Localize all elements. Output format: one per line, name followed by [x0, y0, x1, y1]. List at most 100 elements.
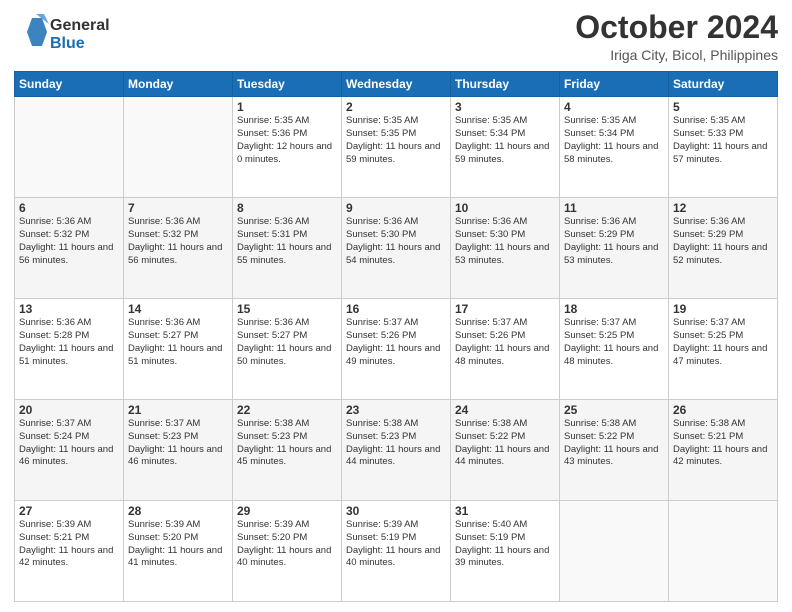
sunrise-text: Sunrise: 5:35 AM: [673, 115, 745, 126]
sunset-text: Sunset: 5:22 PM: [455, 431, 525, 442]
sunrise-text: Sunrise: 5:37 AM: [19, 418, 91, 429]
day-number: 4: [564, 100, 664, 114]
sunset-text: Sunset: 5:34 PM: [455, 128, 525, 139]
table-row: 3Sunrise: 5:35 AMSunset: 5:34 PMDaylight…: [451, 97, 560, 198]
table-row: 23Sunrise: 5:38 AMSunset: 5:23 PMDayligh…: [342, 400, 451, 501]
cell-info: Sunrise: 5:37 AMSunset: 5:23 PMDaylight:…: [128, 418, 228, 469]
calendar-week-row: 20Sunrise: 5:37 AM Sunset: 5:24 PM Dayligh…: [15, 400, 778, 501]
table-row: 9Sunrise: 5:36 AMSunset: 5:30 PMDaylight…: [342, 198, 451, 299]
sunrise-text: Sunrise: 5:37 AM: [564, 317, 636, 328]
day-number: 13: [19, 302, 119, 316]
sunrise-text: Sunrise: 5:35 AM: [237, 115, 309, 126]
cell-info: Sunrise: 5:39 AMSunset: 5:20 PMDaylight:…: [237, 519, 337, 570]
month-title: October 2024: [575, 10, 778, 45]
sunrise-text: Sunrise: 5:36 AM: [19, 216, 91, 227]
table-row: 6Sunrise: 5:36 AMSunset: 5:32 PMDaylight…: [15, 198, 124, 299]
sunset-text: Sunset: 5:33 PM: [673, 128, 743, 139]
daylight-text: Daylight: 11 hours and 50 minutes.: [237, 343, 331, 367]
col-saturday: Saturday: [669, 72, 778, 97]
calendar-header-row: Sunday Monday Tuesday Wednesday Thursday…: [15, 72, 778, 97]
table-row: 27Sunrise: 5:39 AMSunset: 5:21 PMDayligh…: [15, 501, 124, 602]
sunset-text: Sunset: 5:36 PM: [237, 128, 307, 139]
table-row: 20Sunrise: 5:37 AM Sunset: 5:24 PM Dayligh…: [15, 400, 124, 501]
calendar-week-row: 1Sunrise: 5:35 AMSunset: 5:36 PMDaylight…: [15, 97, 778, 198]
logo-svg: General Blue: [14, 10, 124, 54]
calendar-week-row: 27Sunrise: 5:39 AMSunset: 5:21 PMDayligh…: [15, 501, 778, 602]
sunrise-text: Sunrise: 5:39 AM: [346, 519, 418, 530]
sunrise-text: Sunrise: 5:37 AM: [346, 317, 418, 328]
daylight-text: Daylight: 11 hours and 46 minutes.: [19, 444, 113, 468]
cell-info: Sunrise: 5:36 AM Sunset: 5:28 PM Daylight:…: [19, 317, 119, 368]
table-row: [669, 501, 778, 602]
day-number: 12: [673, 201, 773, 215]
table-row: 19Sunrise: 5:37 AMSunset: 5:25 PMDayligh…: [669, 299, 778, 400]
table-row: 25Sunrise: 5:38 AMSunset: 5:22 PMDayligh…: [560, 400, 669, 501]
daylight-text: Daylight: 11 hours and 57 minutes.: [673, 141, 767, 165]
cell-info: Sunrise: 5:36 AMSunset: 5:27 PMDaylight:…: [237, 317, 337, 368]
daylight-text: Daylight: 11 hours and 48 minutes.: [564, 343, 658, 367]
sunrise-text: Sunrise: 5:38 AM: [237, 418, 309, 429]
day-number: 9: [346, 201, 446, 215]
table-row: 12Sunrise: 5:36 AMSunset: 5:29 PMDayligh…: [669, 198, 778, 299]
table-row: 1Sunrise: 5:35 AMSunset: 5:36 PMDaylight…: [233, 97, 342, 198]
daylight-text: Daylight: 11 hours and 45 minutes.: [237, 444, 331, 468]
calendar-week-row: 6Sunrise: 5:36 AMSunset: 5:32 PMDaylight…: [15, 198, 778, 299]
table-row: 28Sunrise: 5:39 AMSunset: 5:20 PMDayligh…: [124, 501, 233, 602]
col-sunday: Sunday: [15, 72, 124, 97]
sunset-text: Sunset: 5:32 PM: [128, 229, 198, 240]
table-row: 29Sunrise: 5:39 AMSunset: 5:20 PMDayligh…: [233, 501, 342, 602]
sunrise-text: Sunrise: 5:39 AM: [19, 519, 91, 530]
cell-info: Sunrise: 5:37 AMSunset: 5:26 PMDaylight:…: [455, 317, 555, 368]
sunset-text: Sunset: 5:32 PM: [19, 229, 89, 240]
sunset-text: Sunset: 5:35 PM: [346, 128, 416, 139]
table-row: 11Sunrise: 5:36 AMSunset: 5:29 PMDayligh…: [560, 198, 669, 299]
cell-info: Sunrise: 5:37 AMSunset: 5:26 PMDaylight:…: [346, 317, 446, 368]
sunset-text: Sunset: 5:23 PM: [128, 431, 198, 442]
sunrise-text: Sunrise: 5:36 AM: [673, 216, 745, 227]
cell-info: Sunrise: 5:38 AMSunset: 5:23 PMDaylight:…: [237, 418, 337, 469]
daylight-text: Daylight: 11 hours and 48 minutes.: [455, 343, 549, 367]
day-number: 3: [455, 100, 555, 114]
cell-info: Sunrise: 5:35 AMSunset: 5:36 PMDaylight:…: [237, 115, 337, 166]
day-number: 28: [128, 504, 228, 518]
day-number: 19: [673, 302, 773, 316]
cell-info: Sunrise: 5:38 AMSunset: 5:22 PMDaylight:…: [564, 418, 664, 469]
sunset-text: Sunset: 5:28 PM: [19, 330, 89, 341]
cell-info: Sunrise: 5:39 AMSunset: 5:19 PMDaylight:…: [346, 519, 446, 570]
col-tuesday: Tuesday: [233, 72, 342, 97]
daylight-text: Daylight: 11 hours and 54 minutes.: [346, 242, 440, 266]
header: General Blue October 2024 Iriga City, Bi…: [14, 10, 778, 63]
cell-info: Sunrise: 5:36 AMSunset: 5:30 PMDaylight:…: [455, 216, 555, 267]
day-number: 26: [673, 403, 773, 417]
sunset-text: Sunset: 5:31 PM: [237, 229, 307, 240]
sunrise-text: Sunrise: 5:37 AM: [673, 317, 745, 328]
title-block: October 2024 Iriga City, Bicol, Philippi…: [575, 10, 778, 63]
table-row: 13Sunrise: 5:36 AM Sunset: 5:28 PM Dayligh…: [15, 299, 124, 400]
daylight-text: Daylight: 11 hours and 44 minutes.: [346, 444, 440, 468]
col-monday: Monday: [124, 72, 233, 97]
cell-info: Sunrise: 5:36 AMSunset: 5:27 PMDaylight:…: [128, 317, 228, 368]
cell-info: Sunrise: 5:36 AMSunset: 5:32 PMDaylight:…: [19, 216, 119, 267]
table-row: 26Sunrise: 5:38 AMSunset: 5:21 PMDayligh…: [669, 400, 778, 501]
day-number: 20: [19, 403, 119, 417]
sunrise-text: Sunrise: 5:36 AM: [19, 317, 91, 328]
day-number: 17: [455, 302, 555, 316]
day-number: 8: [237, 201, 337, 215]
table-row: 24Sunrise: 5:38 AMSunset: 5:22 PMDayligh…: [451, 400, 560, 501]
day-number: 21: [128, 403, 228, 417]
table-row: 30Sunrise: 5:39 AMSunset: 5:19 PMDayligh…: [342, 501, 451, 602]
sunset-text: Sunset: 5:29 PM: [673, 229, 743, 240]
sunset-text: Sunset: 5:24 PM: [19, 431, 89, 442]
table-row: 2Sunrise: 5:35 AMSunset: 5:35 PMDaylight…: [342, 97, 451, 198]
daylight-text: Daylight: 11 hours and 53 minutes.: [564, 242, 658, 266]
col-wednesday: Wednesday: [342, 72, 451, 97]
sunrise-text: Sunrise: 5:36 AM: [237, 317, 309, 328]
daylight-text: Daylight: 11 hours and 41 minutes.: [128, 545, 222, 569]
daylight-text: Daylight: 11 hours and 51 minutes.: [19, 343, 113, 367]
daylight-text: Daylight: 11 hours and 53 minutes.: [455, 242, 549, 266]
cell-info: Sunrise: 5:37 AM Sunset: 5:24 PM Daylight:…: [19, 418, 119, 469]
cell-info: Sunrise: 5:36 AMSunset: 5:31 PMDaylight:…: [237, 216, 337, 267]
sunrise-text: Sunrise: 5:38 AM: [455, 418, 527, 429]
day-number: 7: [128, 201, 228, 215]
sunrise-text: Sunrise: 5:37 AM: [455, 317, 527, 328]
